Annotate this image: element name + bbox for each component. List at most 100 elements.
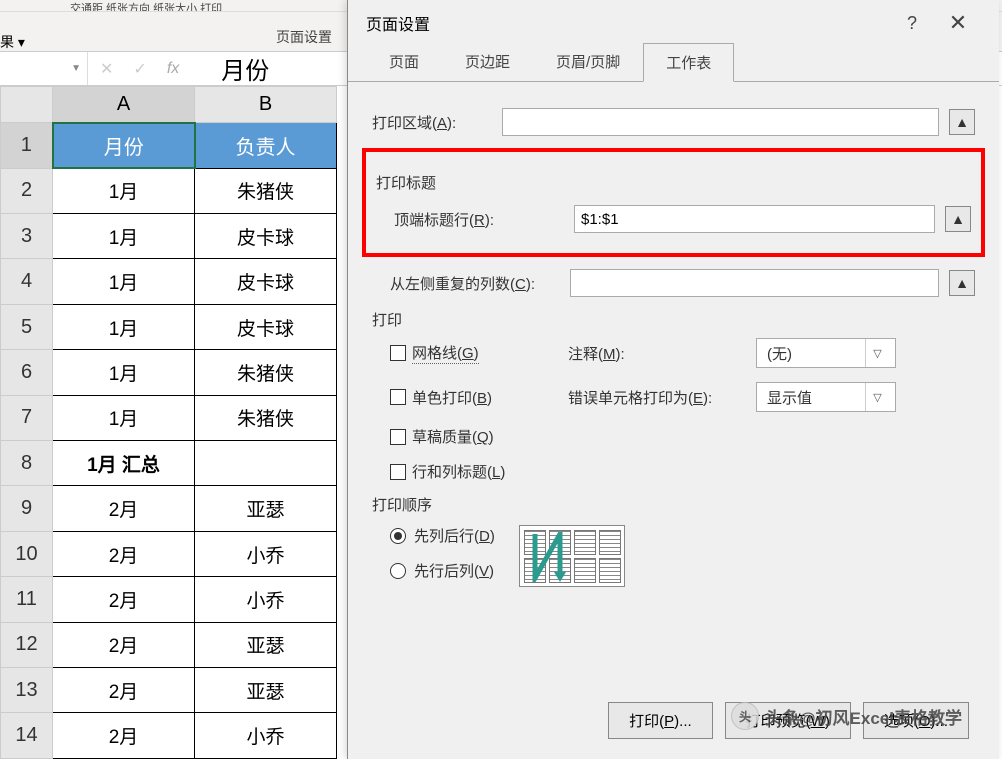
column-header-a[interactable]: A [53, 87, 195, 123]
ribbon-group-label: 页面设置 [276, 27, 332, 47]
row-header[interactable]: 5 [1, 304, 53, 349]
select-all-corner[interactable] [1, 87, 53, 123]
cell[interactable]: 2月 [53, 577, 195, 622]
comments-label: 注释(M): [568, 343, 738, 364]
chevron-down-icon: ▼ [71, 63, 81, 74]
cell[interactable]: 2月 [53, 668, 195, 713]
close-button[interactable]: ✕ [935, 10, 981, 36]
bw-checkbox[interactable] [390, 389, 406, 405]
cell[interactable] [195, 441, 337, 486]
row-header[interactable]: 3 [1, 214, 53, 259]
tab-margins[interactable]: 页边距 [442, 42, 533, 81]
cell[interactable]: 1月 [53, 214, 195, 259]
watermark: 头 头条@初风Excel表格教学 [731, 702, 962, 730]
cell[interactable]: 皮卡球 [195, 259, 337, 304]
fx-button[interactable]: fx [167, 60, 179, 78]
print-area-label: 打印区域(A): [372, 112, 492, 133]
row-header[interactable]: 6 [1, 350, 53, 395]
column-header-b[interactable]: B [195, 87, 337, 123]
row-header[interactable]: 1 [1, 123, 53, 168]
tab-page[interactable]: 页面 [366, 42, 442, 81]
range-picker-button[interactable]: ▲ [945, 206, 971, 232]
top-row-label: 顶端标题行(R): [394, 209, 564, 230]
cell[interactable]: 1月 [53, 259, 195, 304]
down-over-label: 先列后行(D) [414, 525, 495, 546]
print-section-label: 打印 [372, 309, 975, 330]
row-header[interactable]: 14 [1, 713, 53, 759]
cell[interactable]: 2月 [53, 622, 195, 667]
over-down-label: 先行后列(V) [414, 560, 494, 581]
cell[interactable]: 亚瑟 [195, 486, 337, 531]
order-section-label: 打印顺序 [372, 494, 975, 515]
headings-checkbox[interactable] [390, 464, 406, 480]
chevron-down-icon: ▽ [865, 339, 889, 367]
cell[interactable]: 1月 [53, 304, 195, 349]
cell[interactable]: 皮卡球 [195, 304, 337, 349]
confirm-formula-button[interactable]: ✓ [133, 59, 146, 79]
errors-select[interactable]: 显示值▽ [756, 382, 896, 412]
range-picker-button[interactable]: ▲ [949, 109, 975, 135]
top-row-input[interactable] [574, 205, 935, 233]
tab-sheet[interactable]: 工作表 [643, 43, 734, 82]
print-area-input[interactable] [502, 108, 939, 136]
left-col-label: 从左侧重复的列数(C): [390, 273, 560, 294]
highlighted-section: 打印标题 顶端标题行(R): ▲ [362, 148, 985, 257]
comments-select[interactable]: (无)▽ [756, 338, 896, 368]
chevron-down-icon: ▽ [865, 383, 889, 411]
draft-checkbox[interactable] [390, 429, 406, 445]
cell[interactable]: 2月 [53, 486, 195, 531]
cell[interactable]: 小乔 [195, 713, 337, 759]
gridlines-checkbox[interactable] [390, 345, 406, 361]
bw-label: 单色打印(B) [412, 387, 492, 408]
cell-b1[interactable]: 负责人 [195, 123, 337, 168]
left-ribbon-fragment: 果 ▾ [0, 32, 25, 52]
page-setup-dialog: 页面设置 ? ✕ 页面 页边距 页眉/页脚 工作表 打印区域(A): ▲ 打印标… [347, 0, 999, 759]
row-header[interactable]: 11 [1, 577, 53, 622]
row-header[interactable]: 12 [1, 622, 53, 667]
dialog-titlebar: 页面设置 ? ✕ [348, 0, 999, 46]
tab-header-footer[interactable]: 页眉/页脚 [533, 42, 643, 81]
row-header[interactable]: 9 [1, 486, 53, 531]
row-header[interactable]: 7 [1, 395, 53, 440]
down-over-radio[interactable] [390, 528, 406, 544]
cell[interactable]: 1月 [53, 168, 195, 213]
row-header[interactable]: 4 [1, 259, 53, 304]
formula-content[interactable]: 月份 [191, 51, 269, 86]
cell[interactable]: 小乔 [195, 531, 337, 576]
row-header[interactable]: 13 [1, 668, 53, 713]
name-box[interactable]: ▼ [0, 52, 88, 85]
headings-label: 行和列标题(L) [412, 461, 505, 482]
watermark-icon: 头 [731, 702, 759, 730]
gridlines-label: 网格线(G) [412, 342, 479, 364]
dialog-title: 页面设置 [366, 11, 889, 35]
cancel-formula-button[interactable]: ✕ [100, 59, 113, 79]
left-col-input[interactable] [570, 269, 939, 297]
print-titles-label: 打印标题 [376, 172, 971, 193]
cell[interactable]: 小乔 [195, 577, 337, 622]
spreadsheet[interactable]: A B 1 月份 负责人 21月朱猪侠 31月皮卡球 41月皮卡球 51月皮卡球… [0, 86, 337, 759]
cell[interactable]: 1月 [53, 395, 195, 440]
draft-label: 草稿质量(Q) [412, 426, 494, 447]
cell[interactable]: 朱猪侠 [195, 395, 337, 440]
row-header[interactable]: 10 [1, 531, 53, 576]
help-button[interactable]: ? [889, 13, 935, 34]
row-header[interactable]: 8 [1, 441, 53, 486]
cell[interactable]: 1月 汇总 [53, 441, 195, 486]
cell[interactable]: 皮卡球 [195, 214, 337, 259]
row-header[interactable]: 2 [1, 168, 53, 213]
cell[interactable]: 2月 [53, 531, 195, 576]
cell-a1[interactable]: 月份 [53, 123, 195, 168]
cell[interactable]: 亚瑟 [195, 668, 337, 713]
cell[interactable]: 朱猪侠 [195, 350, 337, 395]
cell[interactable]: 亚瑟 [195, 622, 337, 667]
over-down-radio[interactable] [390, 563, 406, 579]
page-order-icon [519, 525, 625, 587]
range-picker-button[interactable]: ▲ [949, 270, 975, 296]
watermark-text: 头条@初风Excel表格教学 [765, 704, 962, 729]
errors-label: 错误单元格打印为(E): [568, 387, 738, 408]
cell[interactable]: 1月 [53, 350, 195, 395]
print-button[interactable]: 打印(P)... [608, 702, 713, 739]
cell[interactable]: 2月 [53, 713, 195, 759]
cell[interactable]: 朱猪侠 [195, 168, 337, 213]
dialog-tabs: 页面 页边距 页眉/页脚 工作表 [348, 46, 999, 82]
